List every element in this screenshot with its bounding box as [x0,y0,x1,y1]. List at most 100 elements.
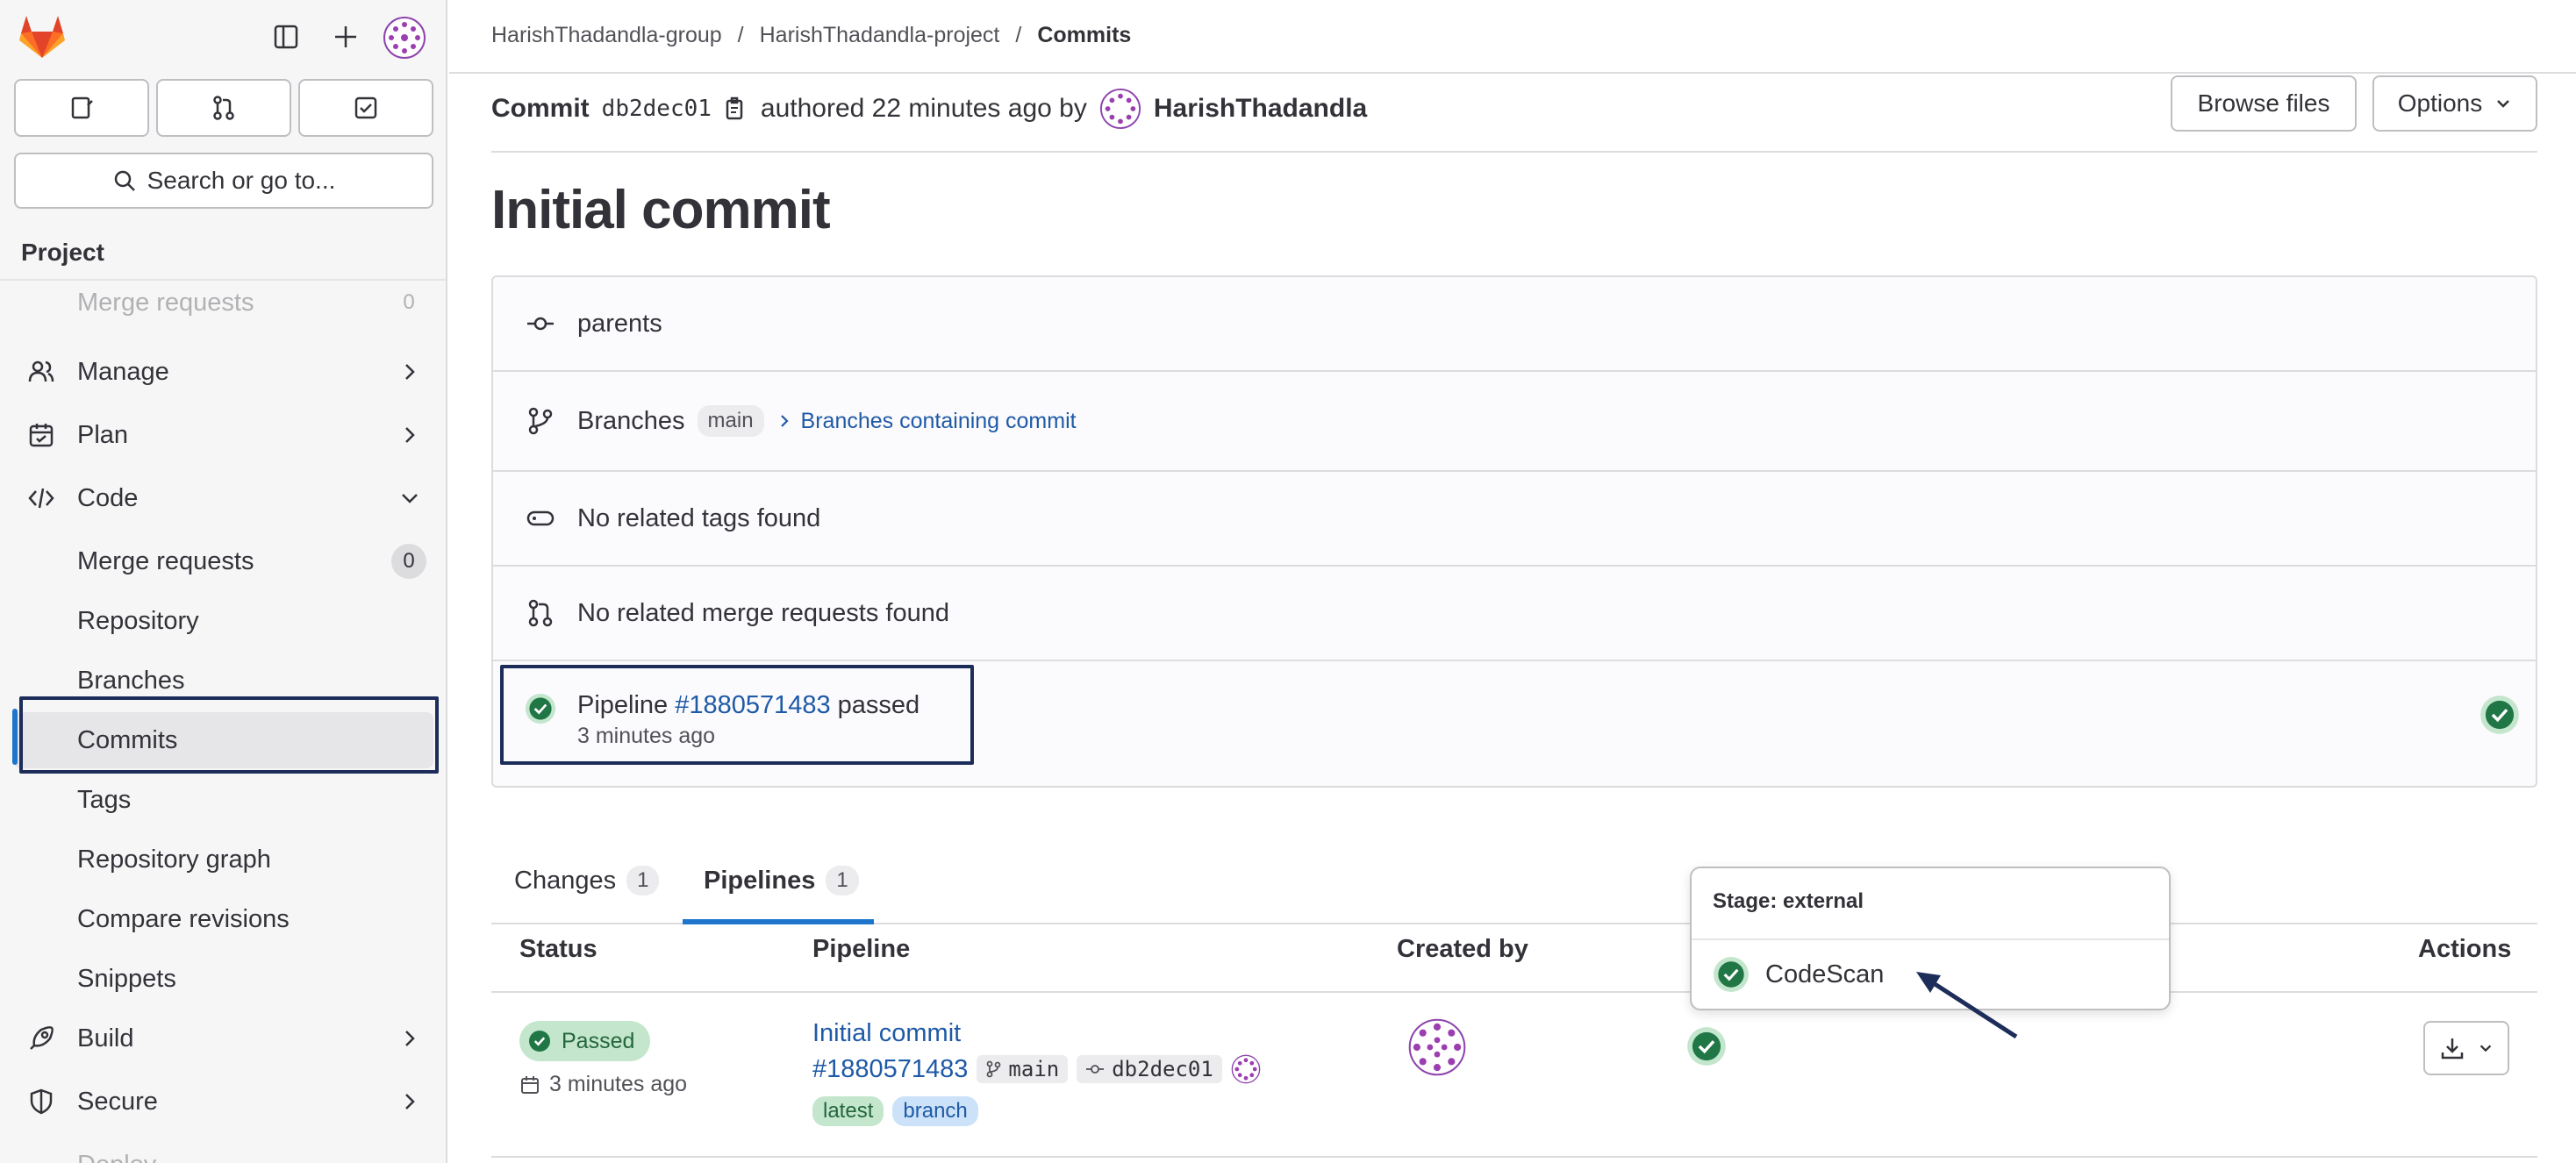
tags-row: No related tags found [493,472,2536,567]
pipeline-status-text: passed [837,691,920,719]
commit-ref-label: db2dec01 [1112,1057,1213,1081]
sidebar-item-merge-requests[interactable]: Merge requests 0 [14,533,433,589]
options-button[interactable]: Options [2372,75,2537,132]
sidebar-item-compare-revisions[interactable]: Compare revisions [14,891,433,947]
breadcrumb: HarishThadandla-group / HarishThadandla-… [491,23,1131,48]
issues-icon [71,96,93,119]
header-status: Status [519,935,597,963]
status-success-icon[interactable] [525,693,556,724]
users-icon [26,357,56,387]
sidebar-item-label: Code [77,483,139,512]
tab-label: Pipelines [704,866,816,895]
branch-badge[interactable]: main [697,405,764,437]
pipeline-prefix: Pipeline [577,691,669,719]
status-success-icon [529,1031,550,1052]
commit-hash: db2dec01 [601,96,712,122]
pipeline-time: 3 minutes ago [577,724,716,748]
status-badge-label: Passed [562,1028,635,1053]
sidebar-item-plan[interactable]: Plan [14,407,433,463]
sidebar-item-label: Manage [77,357,169,386]
sidebar-item-label: Merge requests [77,546,254,575]
sidebar-item-commits[interactable]: Commits [14,712,433,768]
todo-shortcut-button[interactable] [298,79,433,137]
sidebar-item-label: Snippets [77,964,176,993]
sidebar-item-label: Compare revisions [77,904,290,933]
todo-icon [354,96,377,119]
sidebar-item-label: Tags [77,785,132,814]
branch-icon [525,405,556,437]
tab-changes[interactable]: Changes 1 [514,837,660,924]
commit-title: Initial commit [491,180,831,240]
sidebar-item-repository[interactable]: Repository [14,593,433,649]
commit-icon [1086,1065,1105,1074]
sidebar-item-snippets[interactable]: Snippets [14,951,433,1007]
options-label: Options [2397,89,2483,117]
sidebar-item-repository-graph[interactable]: Repository graph [14,831,433,888]
breadcrumb-group[interactable]: HarishThadandla-group [491,23,722,48]
commit-header: Commit db2dec01 authored 22 minutes ago … [491,88,1367,130]
stage-success-icon[interactable] [2479,695,2520,735]
pipeline-id-link[interactable]: #1880571483 [675,691,830,720]
job-name: CodeScan [1765,960,1885,988]
author-avatar[interactable] [1099,88,1141,130]
chevron-right-icon [405,1031,415,1046]
job-item-codescan[interactable]: CodeScan [1713,956,1884,993]
branches-containing-link[interactable]: Branches containing commit [801,409,1077,434]
tab-label: Changes [514,866,617,895]
sidebar-item-deploy[interactable]: Deploy [14,1137,433,1163]
breadcrumb-separator: / [737,23,744,47]
creator-avatar[interactable] [1407,1017,1467,1077]
search-button[interactable]: Search or go to... [14,153,433,209]
commit-ref[interactable]: db2dec01 [1077,1055,1222,1083]
user-avatar[interactable] [383,16,426,60]
breadcrumb-current[interactable]: Commits [1037,23,1131,48]
tab-pipelines[interactable]: Pipelines 1 [704,837,859,924]
tab-count: 1 [626,866,660,895]
issues-shortcut-button[interactable] [14,79,149,137]
sidebar-item-merge-requests-top[interactable]: Merge requests 0 [14,272,433,333]
sidebar-item-tags[interactable]: Tags [14,772,433,828]
download-artifacts-button[interactable] [2423,1021,2509,1075]
annotation-arrow [1916,972,2018,1039]
sidebar-item-code[interactable]: Code [14,470,433,526]
shield-icon [26,1087,56,1117]
status-badge[interactable]: Passed [519,1021,651,1061]
search-label: Search or go to... [147,167,336,194]
main-content: Commit db2dec01 authored 22 minutes ago … [449,75,2576,1163]
plus-icon[interactable] [328,19,363,54]
tags-label: No related tags found [577,503,821,532]
copy-icon[interactable] [724,96,748,122]
commit-authored: authored 22 minutes ago by [760,94,1087,123]
branch-ref[interactable]: main [977,1055,1069,1083]
top-bar: HarishThadandla-group / HarishThadandla-… [449,0,2576,74]
merge-requests-shortcut-button[interactable] [156,79,291,137]
sidebar-item-build[interactable]: Build [14,1010,433,1067]
sidebar-item-branches[interactable]: Branches [14,653,433,709]
pipeline-id-link[interactable]: #1880571483 [812,1055,968,1084]
committer-avatar[interactable] [1231,1054,1261,1084]
sidebar-item-label: Repository [77,606,199,635]
browse-files-button[interactable]: Browse files [2171,75,2357,132]
pipeline-line: Pipeline #1880571483 passed [577,691,919,720]
header-divider [491,151,2537,153]
chevron-down-icon [2497,100,2510,108]
job-success-icon [1714,957,1749,992]
stage-success-icon[interactable] [1686,1026,1727,1067]
breadcrumb-project[interactable]: HarishThadandla-project [760,23,1000,48]
active-indicator [12,709,18,765]
row-time: 3 minutes ago [519,1072,687,1097]
sidebar-item-manage[interactable]: Manage [14,344,433,400]
gitlab-logo-icon[interactable] [18,14,67,60]
sidebar-item-secure[interactable]: Secure [14,1074,433,1130]
branches-content: Branches main Branches containing commit [577,405,1077,437]
pipeline-title-link[interactable]: Initial commit [812,1019,961,1048]
table-header-divider [491,991,2537,993]
sidebar-item-count: 0 [403,290,415,314]
sidebar-section-title: Project [21,239,104,266]
tab-count: 1 [826,866,859,895]
sidebar-item-label: Build [77,1024,134,1052]
author-name[interactable]: HarishThadandla [1154,94,1367,124]
sidebar-toggle-icon[interactable] [268,19,304,54]
chevron-right-icon [780,415,789,427]
search-icon [114,170,135,191]
